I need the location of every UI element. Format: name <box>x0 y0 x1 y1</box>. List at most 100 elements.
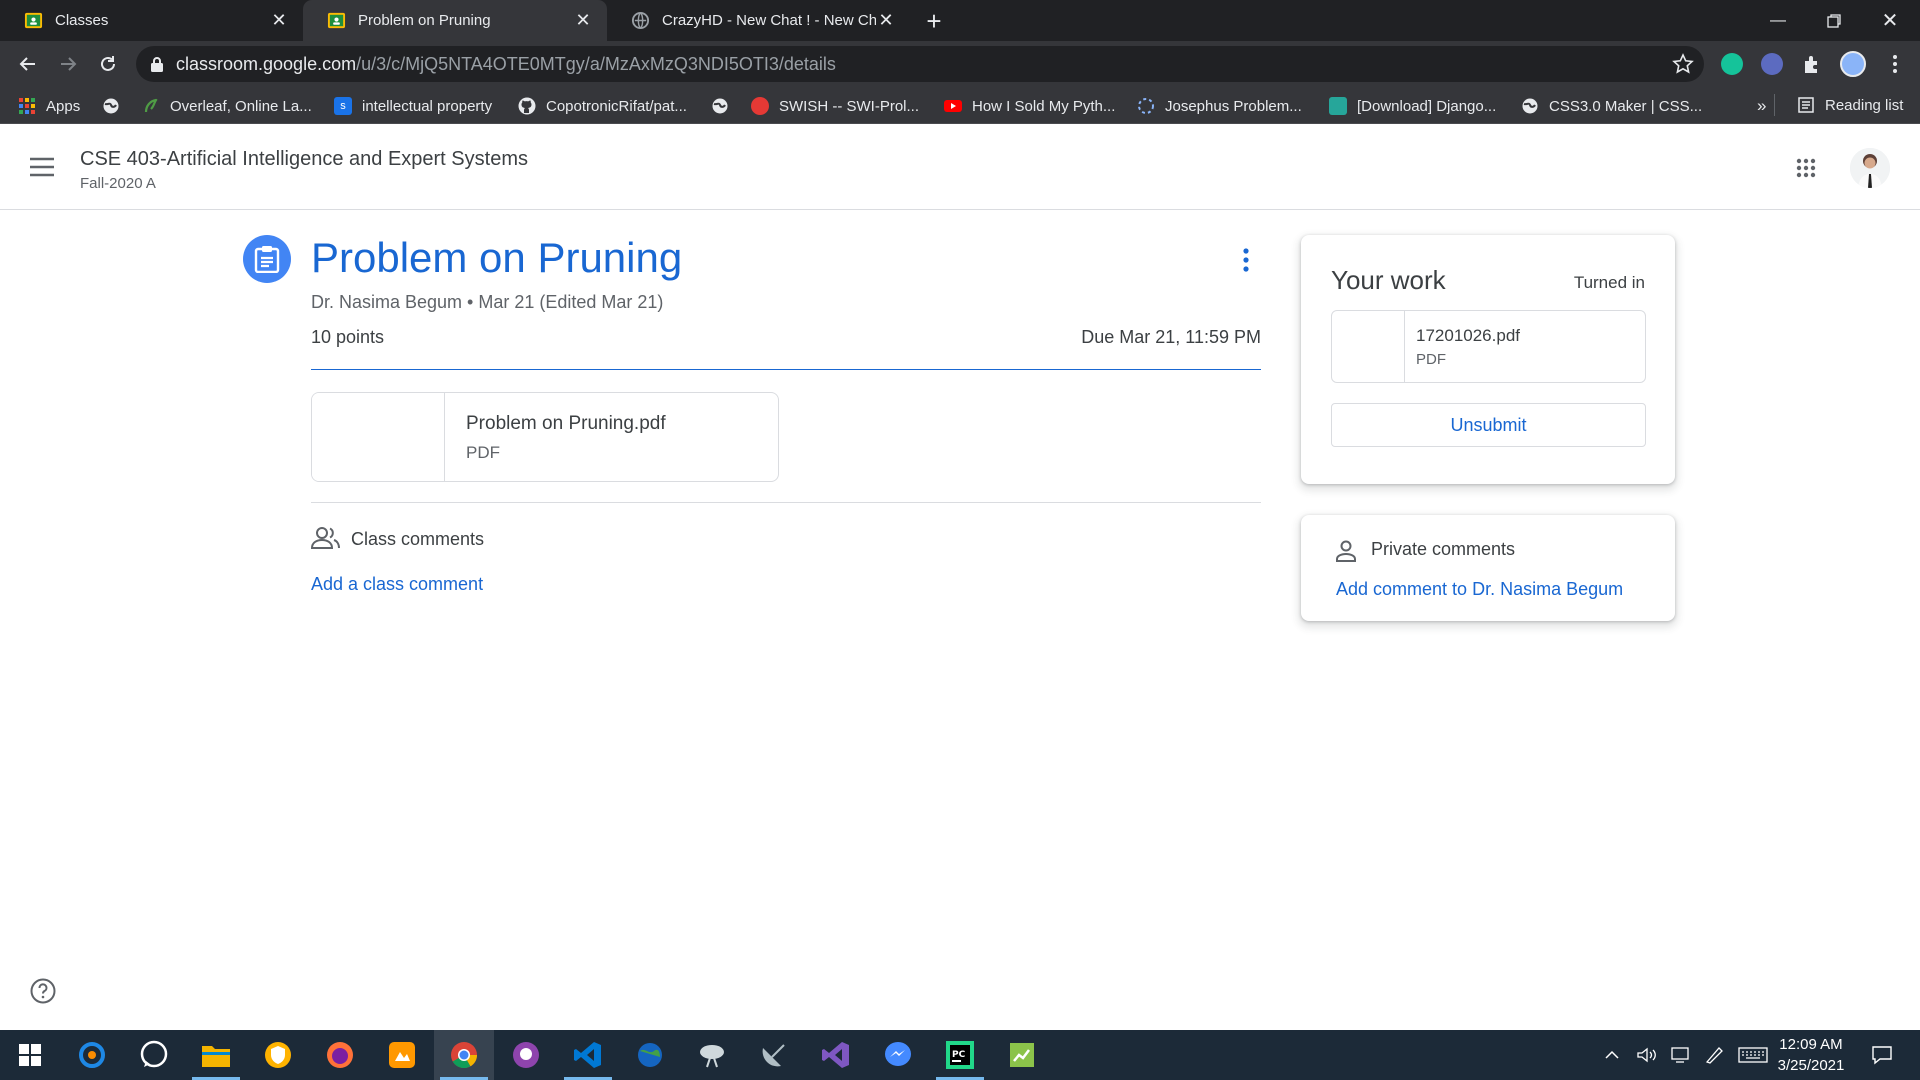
browser-menu-icon[interactable] <box>1884 53 1906 75</box>
taskbar-vscode[interactable] <box>558 1030 618 1080</box>
people-icon <box>311 527 340 549</box>
bookmark-label: How I Sold My Pyth... <box>972 97 1116 115</box>
taskbar-file-explorer[interactable] <box>186 1030 246 1080</box>
reading-list-label: Reading list <box>1825 96 1904 114</box>
submitted-file-type: PDF <box>1416 351 1446 368</box>
taskbar-app-6[interactable] <box>372 1030 432 1080</box>
forward-button[interactable] <box>52 48 84 80</box>
extension-icon[interactable] <box>1761 53 1783 75</box>
restore-icon <box>1827 13 1841 28</box>
bookmarks-bar: Apps Overleaf, Online La... s intellectu… <box>0 87 1920 124</box>
assignment-meta: Dr. Nasima Begum • Mar 21 (Edited Mar 21… <box>311 292 664 312</box>
reading-list-icon <box>1798 97 1814 113</box>
close-window-button[interactable]: ✕ <box>1862 0 1918 41</box>
whatsapp-icon <box>140 1040 168 1068</box>
bookmark-star-icon[interactable] <box>1672 53 1694 75</box>
bookmark-swish[interactable]: SWISH -- SWI-Prol... <box>751 94 919 118</box>
back-arrow-icon <box>19 57 35 71</box>
extensions-puzzle-icon[interactable] <box>1801 53 1823 75</box>
private-comments-card: Private comments Add comment to Dr. Nasi… <box>1301 515 1675 621</box>
close-tab-icon[interactable]: ✕ <box>269 10 289 31</box>
address-bar[interactable]: classroom.google.com/u/3/c/MjQ5NTA4OTE0M… <box>136 46 1704 82</box>
submitted-file[interactable]: 17201026.pdf PDF <box>1331 310 1646 383</box>
reload-button[interactable] <box>92 48 124 80</box>
account-avatar[interactable] <box>1850 148 1890 188</box>
bookmark-overleaf[interactable]: Overleaf, Online La... <box>142 94 312 118</box>
bookmarks-overflow-button[interactable]: » <box>1757 94 1766 118</box>
touch-keyboard-icon[interactable] <box>1738 1046 1768 1064</box>
add-class-comment-link[interactable]: Add a class comment <box>311 574 483 595</box>
unsubmit-button[interactable]: Unsubmit <box>1331 403 1646 447</box>
taskbar-app-4[interactable] <box>248 1030 308 1080</box>
reading-list-button[interactable]: Reading list <box>1774 94 1903 116</box>
grammarly-extension-icon[interactable] <box>1721 53 1743 75</box>
add-private-comment-link[interactable]: Add comment to Dr. Nasima Begum <box>1336 579 1623 600</box>
person-icon <box>1336 540 1356 562</box>
new-tab-button[interactable]: + <box>918 6 950 36</box>
tab-problem-on-pruning[interactable]: Problem on Pruning ✕ <box>303 0 607 41</box>
help-icon[interactable] <box>30 978 56 1004</box>
more-options-icon[interactable] <box>1234 246 1258 274</box>
globe-icon <box>1522 98 1538 114</box>
taskbar-app-10[interactable] <box>620 1030 680 1080</box>
minimize-button[interactable]: — <box>1750 0 1806 41</box>
url-path: /u/3/c/MjQ5NTA4OTE0MTgy/a/MzAxMzQ3NDI5OT… <box>356 53 836 74</box>
taskbar-clock[interactable]: 12:09 AM 3/25/2021 <box>1770 1034 1852 1076</box>
bookmark-josephus[interactable]: Josephus Problem... <box>1137 94 1302 118</box>
bookmark-globe-2[interactable] <box>711 94 739 118</box>
shield-app-icon <box>265 1042 291 1068</box>
restore-button[interactable] <box>1806 0 1862 41</box>
bookmark-label: SWISH -- SWI-Prol... <box>779 97 919 115</box>
start-button[interactable] <box>0 1030 60 1080</box>
taskbar-firefox[interactable] <box>310 1030 370 1080</box>
classroom-favicon-icon <box>327 12 346 29</box>
file-thumbnail <box>1332 311 1405 382</box>
bookmark-intellectual-property[interactable]: s intellectual property <box>334 94 492 118</box>
close-tab-icon[interactable]: ✕ <box>573 10 593 31</box>
assignment-attachment[interactable]: Problem on Pruning.pdf PDF <box>311 392 779 482</box>
bookmark-globe[interactable] <box>102 94 130 118</box>
show-hidden-icons-icon[interactable] <box>1604 1047 1620 1063</box>
action-center-button[interactable] <box>1862 1030 1902 1080</box>
reload-icon <box>101 56 115 71</box>
tab-crazyhd[interactable]: CrazyHD - New Chat ! - New Cha ✕ <box>607 0 910 41</box>
taskbar-visual-studio[interactable] <box>806 1030 866 1080</box>
taskbar-github-desktop[interactable] <box>496 1030 556 1080</box>
bookmark-github[interactable]: CopotronicRifat/pat... <box>518 94 687 118</box>
taskbar-app-16[interactable] <box>992 1030 1052 1080</box>
bookmark-css3-maker[interactable]: CSS3.0 Maker | CSS... <box>1521 94 1702 118</box>
github-icon <box>518 97 536 115</box>
pen-workspace-icon[interactable] <box>1704 1045 1726 1065</box>
taskbar-app-11[interactable] <box>682 1030 742 1080</box>
submission-status: Turned in <box>1573 273 1645 292</box>
tab-classes[interactable]: Classes ✕ <box>0 0 303 41</box>
google-apps-icon[interactable] <box>1796 158 1816 178</box>
url-text: classroom.google.com/u/3/c/MjQ5NTA4OTE0M… <box>176 54 836 75</box>
notification-icon <box>1872 1046 1892 1065</box>
taskbar-chrome[interactable] <box>434 1030 494 1080</box>
back-button[interactable] <box>12 48 44 80</box>
bookmark-label: Apps <box>46 97 81 115</box>
close-tab-icon[interactable]: ✕ <box>876 10 896 31</box>
youtube-icon <box>944 100 962 112</box>
taskbar-whatsapp[interactable] <box>124 1030 184 1080</box>
taskbar-app-1[interactable] <box>62 1030 122 1080</box>
globe-icon <box>103 98 119 114</box>
taskbar-messenger[interactable] <box>868 1030 928 1080</box>
hamburger-menu-icon[interactable] <box>30 157 54 177</box>
bookmark-youtube[interactable]: How I Sold My Pyth... <box>944 94 1115 118</box>
browser-toolbar: classroom.google.com/u/3/c/MjQ5NTA4OTE0M… <box>0 41 1920 87</box>
messenger-icon <box>885 1042 911 1066</box>
attachment-thumbnail <box>312 393 445 481</box>
bookmark-apps[interactable]: Apps <box>18 94 80 118</box>
bookmark-django[interactable]: [Download] Django... <box>1329 94 1496 118</box>
course-title[interactable]: CSE 403-Artificial Intelligence and Expe… <box>80 148 528 171</box>
taskbar-app-12[interactable] <box>744 1030 804 1080</box>
system-tray <box>1604 1030 1768 1080</box>
network-icon[interactable] <box>1670 1046 1692 1064</box>
volume-icon[interactable] <box>1636 1046 1658 1064</box>
classroom-favicon-icon <box>24 12 43 29</box>
taskbar-pycharm[interactable]: PC <box>930 1030 990 1080</box>
profile-avatar-icon[interactable] <box>1840 51 1866 77</box>
django-icon <box>1329 97 1347 115</box>
